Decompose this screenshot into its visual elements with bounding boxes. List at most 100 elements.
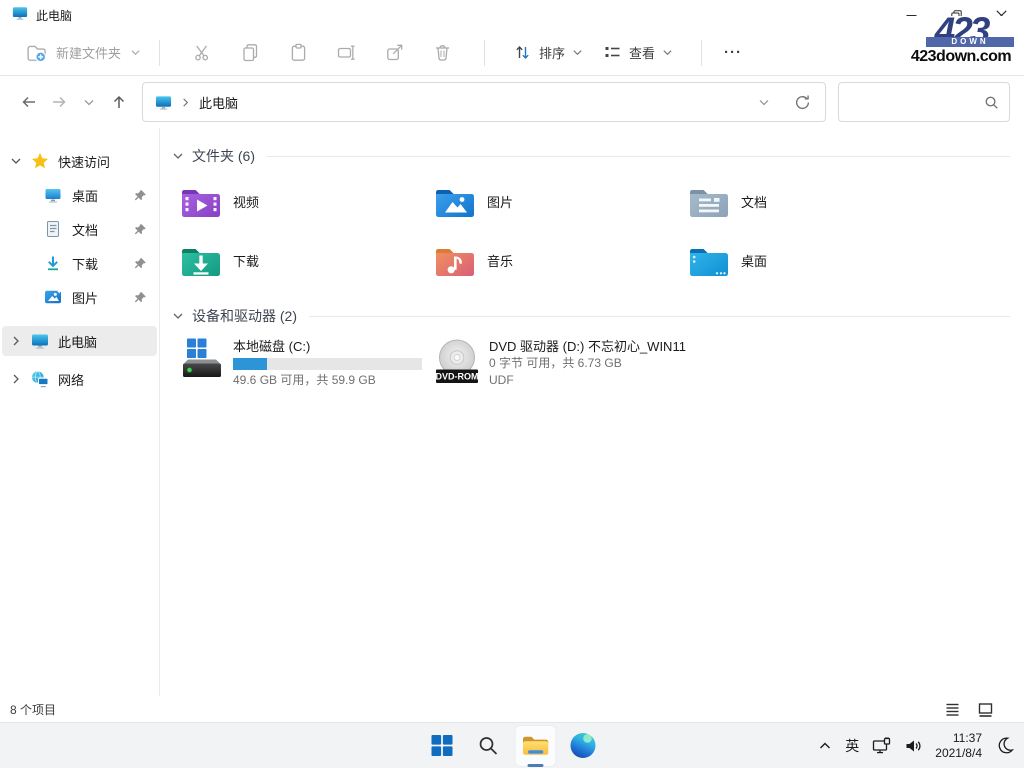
sidebar-item-pictures[interactable]: 图片 (2, 282, 157, 312)
view-toggles (944, 701, 1014, 718)
system-tray: 英 11:37 2021/8/4 (818, 723, 1014, 768)
forward-icon (50, 93, 68, 111)
view-button[interactable]: 查看 (603, 43, 673, 62)
sidebar-item-network[interactable]: 网络 (2, 364, 157, 394)
copy-button[interactable] (226, 36, 274, 70)
focus-assist-moon-icon[interactable] (995, 736, 1014, 755)
back-button[interactable] (14, 87, 44, 117)
clock[interactable]: 11:37 2021/8/4 (935, 731, 982, 761)
cut-icon (193, 43, 212, 62)
pin-icon (134, 189, 147, 202)
explorer-body: 快速访问 桌面 文档 下载 图片 (0, 128, 1024, 696)
share-icon (385, 43, 404, 62)
command-toolbar: 新建文件夹 排序 查看 (0, 30, 1024, 76)
chevron-down-icon (83, 96, 95, 108)
sidebar-item-downloads[interactable]: 下载 (2, 248, 157, 278)
folder-tile-label: 文档 (741, 192, 767, 211)
up-icon (110, 93, 128, 111)
taskbar-edge-button[interactable] (562, 725, 604, 767)
folder-tile-videos[interactable]: 视频 (180, 178, 434, 225)
recent-locations-button[interactable] (74, 87, 104, 117)
file-explorer-icon (522, 734, 550, 757)
paste-button[interactable] (274, 36, 322, 70)
details-view-icon[interactable] (944, 701, 961, 718)
search-input[interactable] (849, 95, 984, 110)
documents-folder-icon (688, 184, 730, 220)
folders-grid: 视频 图片 文档 下载 音乐 (172, 170, 1024, 288)
folder-tile-label: 图片 (487, 192, 513, 211)
folder-tile-pictures[interactable]: 图片 (434, 178, 688, 225)
address-bar-controls (758, 94, 813, 111)
drives-section-header[interactable]: 设备和驱动器 (2) (172, 304, 1024, 328)
drive-tile-dvd[interactable]: DVD-ROM DVD 驱动器 (D:) 不忘初心_WIN11 0 字节 可用，… (434, 338, 686, 389)
tray-time: 11:37 (935, 731, 982, 746)
address-row: 此电脑 (0, 76, 1024, 128)
delete-icon (433, 43, 452, 62)
taskbar-search-button[interactable] (468, 725, 510, 767)
pictures-folder-icon (434, 184, 476, 220)
sidebar-item-desktop[interactable]: 桌面 (2, 180, 157, 210)
file-explorer-window: 此电脑 423 DOWN 423down.com 新建文件夹 (0, 0, 1024, 722)
drive-tile-c[interactable]: 本地磁盘 (C:) 49.6 GB 可用，共 59.9 GB (180, 338, 434, 389)
address-bar[interactable]: 此电脑 (142, 82, 826, 122)
ime-indicator[interactable]: 英 (845, 736, 859, 756)
share-button[interactable] (370, 36, 418, 70)
large-icons-view-icon[interactable] (977, 701, 994, 718)
tray-expand-icon[interactable] (818, 739, 832, 753)
folder-tile-desktop[interactable]: 桌面 (688, 237, 942, 284)
breadcrumb-root[interactable]: 此电脑 (199, 93, 238, 112)
see-more-button[interactable]: ··· (724, 44, 742, 61)
pictures-icon (44, 288, 62, 306)
disk-usage-fill (233, 358, 267, 370)
logo-text-site: 423down.com (904, 47, 1018, 66)
network-tray-icon[interactable] (872, 737, 891, 755)
navigation-pane: 快速访问 桌面 文档 下载 图片 (0, 128, 160, 696)
pin-icon (134, 257, 147, 270)
rename-button[interactable] (322, 36, 370, 70)
start-button[interactable] (421, 725, 463, 767)
this-pc-icon (31, 332, 49, 350)
chevron-expanded-icon[interactable] (172, 150, 184, 162)
dvd-drive-icon: DVD-ROM (434, 338, 480, 386)
pin-icon (134, 223, 147, 236)
folder-tile-documents[interactable]: 文档 (688, 178, 942, 225)
paste-icon (289, 43, 308, 62)
star-icon (31, 152, 49, 170)
desktop-icon (44, 186, 62, 204)
sidebar-item-label: 下载 (72, 254, 98, 273)
drives-section-label: 设备和驱动器 (2) (192, 306, 297, 326)
search-icon (478, 735, 500, 757)
folders-section-header[interactable]: 文件夹 (6) (172, 144, 1024, 168)
new-folder-button[interactable]: 新建文件夹 (26, 43, 141, 63)
drive-filesystem: UDF (489, 372, 686, 389)
new-folder-icon (26, 43, 47, 63)
taskbar-center (421, 723, 604, 768)
sort-button[interactable]: 排序 (513, 43, 583, 62)
chevron-collapsed-icon[interactable] (10, 373, 22, 385)
refresh-icon[interactable] (794, 94, 811, 111)
search-box[interactable] (838, 82, 1010, 122)
chevron-collapsed-icon[interactable] (10, 335, 22, 347)
sort-label: 排序 (539, 43, 565, 62)
chevron-expanded-icon[interactable] (172, 310, 184, 322)
cut-button[interactable] (178, 36, 226, 70)
volume-icon[interactable] (904, 737, 922, 755)
forward-button[interactable] (44, 87, 74, 117)
windows-start-icon (430, 734, 453, 757)
sidebar-item-label: 网络 (58, 370, 84, 389)
taskbar-file-explorer-button[interactable] (515, 725, 557, 767)
sidebar-item-documents[interactable]: 文档 (2, 214, 157, 244)
sidebar-item-this-pc[interactable]: 此电脑 (2, 326, 157, 356)
sidebar-item-quick-access[interactable]: 快速访问 (2, 146, 157, 176)
chevron-expanded-icon[interactable] (10, 155, 22, 167)
drive-info: DVD 驱动器 (D:) 不忘初心_WIN11 0 字节 可用，共 6.73 G… (489, 338, 686, 389)
folder-tile-music[interactable]: 音乐 (434, 237, 688, 284)
titlebar: 此电脑 423 DOWN 423down.com (0, 0, 1024, 30)
network-icon (31, 370, 49, 388)
folder-tile-downloads[interactable]: 下载 (180, 237, 434, 284)
address-dropdown-icon[interactable] (758, 96, 770, 108)
local-disk-icon (180, 338, 224, 382)
delete-button[interactable] (418, 36, 466, 70)
up-button[interactable] (104, 87, 134, 117)
document-icon (44, 220, 62, 238)
